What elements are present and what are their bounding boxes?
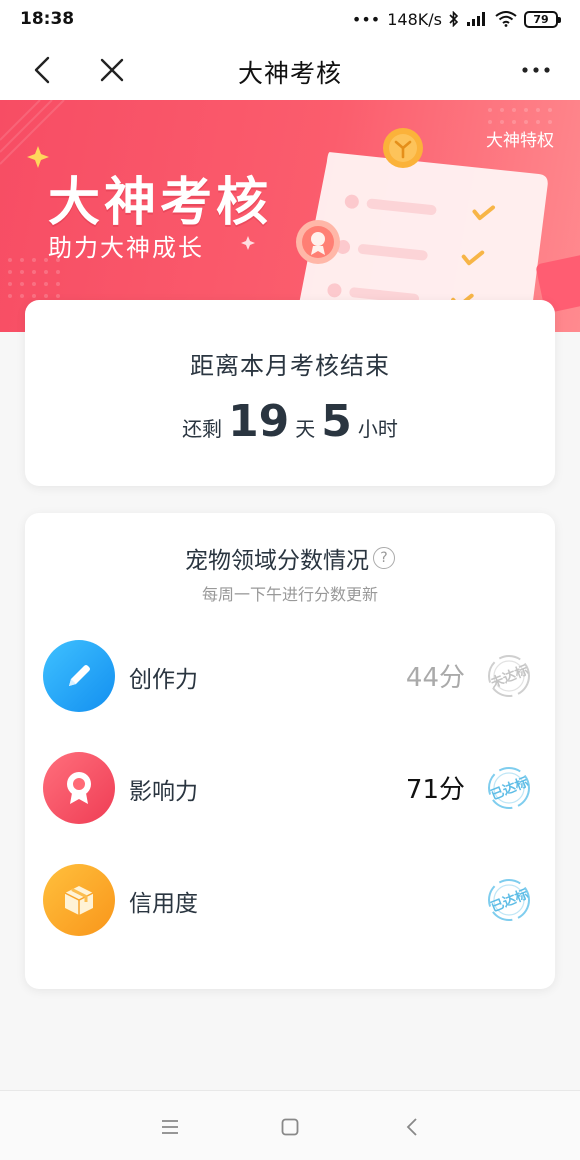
battery-icon: 79	[524, 10, 561, 28]
menu-icon	[162, 1120, 178, 1134]
score-label: 创作力	[129, 667, 198, 693]
privilege-link[interactable]: 大神特权	[486, 126, 554, 151]
row-icon-circle	[43, 864, 115, 936]
home-square-icon	[281, 1118, 299, 1136]
banner-title: 大神考核	[48, 173, 273, 233]
system-back-button[interactable]	[398, 1113, 426, 1141]
network-speed: 148K/s	[387, 9, 442, 29]
countdown-hour-unit: 小时	[357, 417, 398, 441]
countdown-card: 距离本月考核结束 还剩 19 天 5 小时	[25, 300, 555, 486]
box-icon	[64, 886, 94, 915]
countdown-label: 距离本月考核结束	[190, 352, 390, 380]
status-badge: 已达标	[485, 876, 533, 924]
row-icon-circle	[43, 640, 115, 712]
countdown-value: 还剩 19 天 5 小时	[25, 396, 555, 447]
help-icon[interactable]: ?	[373, 547, 395, 569]
home-button[interactable]	[276, 1113, 304, 1141]
bluetooth-icon	[449, 11, 459, 27]
score-row-credit[interactable]: 信用度 已达标	[25, 864, 555, 936]
nav-bar: 大神考核	[0, 38, 580, 100]
signal-icon	[467, 12, 485, 26]
wifi-icon	[495, 11, 517, 27]
score-label: 影响力	[129, 779, 198, 805]
more-icon	[522, 67, 550, 73]
scores-title-row: 宠物领域分数情况 ?	[25, 541, 555, 575]
row-icon-circle	[43, 752, 115, 824]
countdown-hours: 5	[321, 396, 352, 447]
score-value: 44分	[405, 663, 465, 693]
countdown-day-unit: 天	[295, 417, 316, 441]
system-nav-bar	[0, 1090, 580, 1160]
hero-banner: 大神考核 助力大神成长 大神特权	[0, 100, 580, 332]
back-chevron-icon	[406, 1118, 417, 1136]
score-row-creativity[interactable]: 创作力 44分 未达标	[25, 640, 555, 712]
more-dots-icon: •••	[351, 9, 381, 29]
score-value: 71分	[405, 775, 465, 805]
score-label: 信用度	[129, 891, 198, 917]
medal-icon	[67, 772, 91, 804]
score-row-influence[interactable]: 影响力 71分 已达标	[25, 752, 555, 824]
menu-button[interactable]	[156, 1113, 184, 1141]
more-button[interactable]	[518, 52, 554, 88]
scores-title: 宠物领域分数情况	[185, 548, 369, 574]
status-bar: 18:38 ••• 148K/s 79	[0, 0, 580, 38]
page-title: 大神考核	[237, 59, 342, 88]
scores-subtitle: 每周一下午进行分数更新	[201, 585, 378, 604]
countdown-prefix: 还剩	[182, 417, 223, 441]
status-badge: 已达标	[485, 764, 533, 812]
status-badge: 未达标	[485, 652, 533, 700]
status-time: 18:38	[20, 9, 75, 29]
banner-subtitle: 助力大神成长	[48, 234, 204, 262]
countdown-days: 19	[228, 396, 290, 447]
scores-card: 宠物领域分数情况 ? 每周一下午进行分数更新 创作力 44分 未达标 影响力 7…	[25, 513, 555, 989]
pencil-icon	[69, 665, 90, 686]
